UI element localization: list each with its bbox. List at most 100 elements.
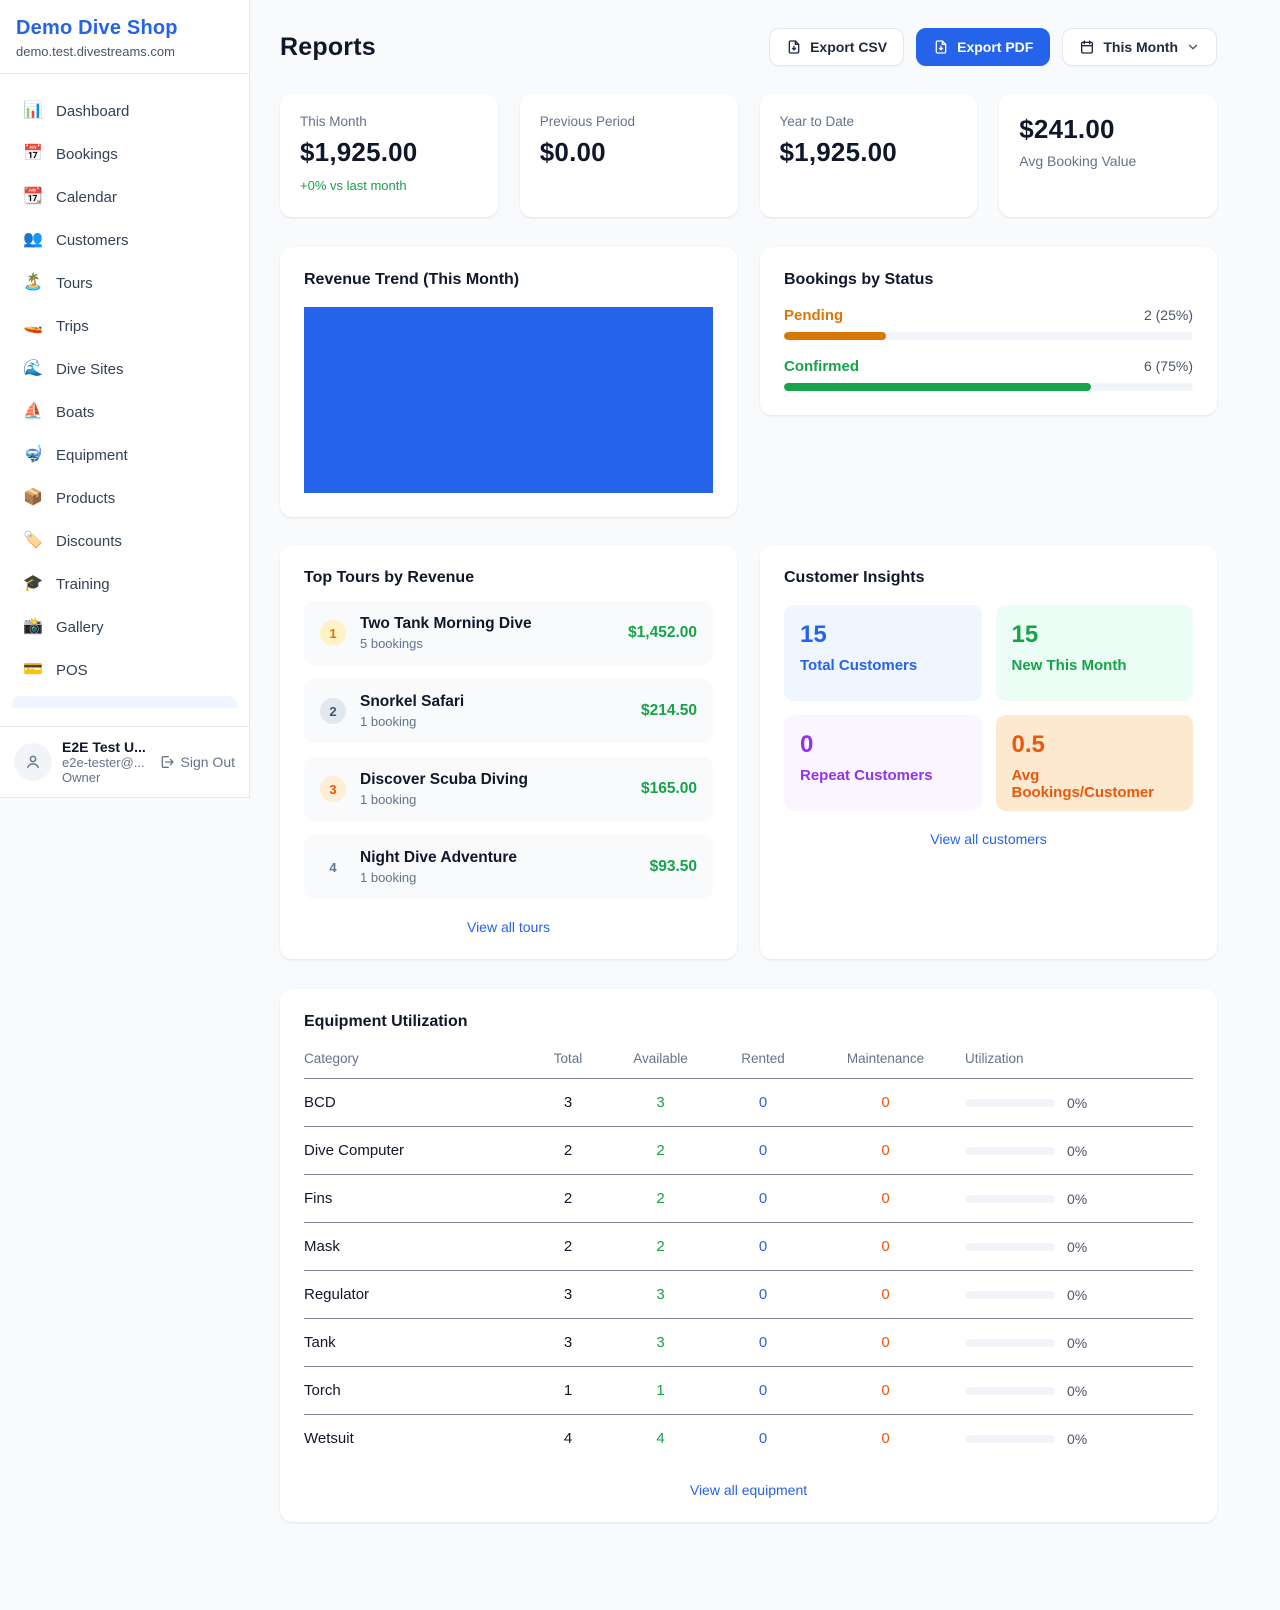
cell-maintenance: 0 [818, 1190, 953, 1207]
user-panel: E2E Test U... e2e-tester@... Owner Sign … [0, 726, 249, 797]
calendar-icon [1079, 39, 1095, 55]
tour-name: Snorkel Safari [360, 693, 627, 711]
sidebar-nav: 📊 Dashboard 📅 Bookings 📆 Calendar 👥 Cust… [0, 74, 249, 726]
sidebar-item-customers[interactable]: 👥 Customers [12, 223, 237, 257]
cell-utilization: 0% [953, 1095, 1193, 1111]
sign-out-button[interactable]: Sign Out [159, 754, 235, 770]
utilization-bar-track [965, 1243, 1055, 1251]
view-all-equipment-link[interactable]: View all equipment [304, 1482, 1193, 1498]
stat-card-previous-period: Previous Period $0.00 [520, 94, 738, 217]
rank-badge: 1 [320, 620, 346, 646]
graduation-cap-icon: 🎓 [22, 576, 44, 592]
export-csv-label: Export CSV [810, 39, 887, 55]
island-icon: 🏝️ [22, 275, 44, 291]
page-title: Reports [280, 33, 376, 62]
sidebar-item-label: Equipment [56, 447, 128, 464]
export-csv-button[interactable]: Export CSV [769, 28, 904, 66]
sidebar-item-trips[interactable]: 🚤 Trips [12, 309, 237, 343]
cell-utilization: 0% [953, 1431, 1193, 1447]
sidebar-item-discounts[interactable]: 🏷️ Discounts [12, 524, 237, 558]
cell-total: 3 [523, 1334, 613, 1351]
cell-rented: 0 [708, 1286, 818, 1303]
utilization-bar-track [965, 1435, 1055, 1443]
status-bar-track [784, 383, 1193, 391]
avatar [14, 743, 52, 781]
cell-category: Wetsuit [304, 1430, 523, 1447]
sidebar-item-gallery[interactable]: 📸 Gallery [12, 610, 237, 644]
export-pdf-button[interactable]: Export PDF [916, 28, 1050, 66]
rank-badge: 3 [320, 776, 346, 802]
user-role: Owner [62, 770, 149, 785]
sidebar-item-calendar[interactable]: 📆 Calendar [12, 180, 237, 214]
cell-maintenance: 0 [818, 1142, 953, 1159]
insight-tile-new-this-month: 15 New This Month [996, 605, 1194, 701]
brand: Demo Dive Shop demo.test.divestreams.com [0, 0, 249, 74]
sidebar-item-dive-sites[interactable]: 🌊 Dive Sites [12, 352, 237, 386]
sailboat-icon: ⛵ [22, 404, 44, 420]
table-row: BCD 3 3 0 0 0% [304, 1079, 1193, 1127]
tour-amount: $214.50 [641, 702, 697, 720]
cell-maintenance: 0 [818, 1094, 953, 1111]
sidebar-item-label: Discounts [56, 533, 122, 550]
cell-rented: 0 [708, 1382, 818, 1399]
insight-tile-avg-bookings: 0.5 Avg Bookings/Customer [996, 715, 1194, 811]
cell-available: 2 [613, 1190, 708, 1207]
sidebar-item-products[interactable]: 📦 Products [12, 481, 237, 515]
cell-rented: 0 [708, 1430, 818, 1447]
cell-total: 3 [523, 1094, 613, 1111]
sidebar-item-label: Bookings [56, 146, 118, 163]
cell-total: 3 [523, 1286, 613, 1303]
utilization-bar-track [965, 1099, 1055, 1107]
view-all-tours-link[interactable]: View all tours [304, 919, 713, 935]
sidebar-item-tours[interactable]: 🏝️ Tours [12, 266, 237, 300]
status-bar-fill-confirmed [784, 383, 1091, 391]
cell-available: 1 [613, 1382, 708, 1399]
period-dropdown[interactable]: This Month [1062, 28, 1217, 66]
table-row: Fins 2 2 0 0 0% [304, 1175, 1193, 1223]
sidebar-item-equipment[interactable]: 🤿 Equipment [12, 438, 237, 472]
view-all-customers-link[interactable]: View all customers [784, 831, 1193, 847]
stat-label: Avg Booking Value [1019, 153, 1197, 169]
cell-available: 3 [613, 1286, 708, 1303]
bookings-by-status-title: Bookings by Status [784, 271, 1193, 289]
tour-name: Night Dive Adventure [360, 849, 636, 867]
stat-label: Year to Date [780, 114, 958, 129]
column-header-rented: Rented [708, 1051, 818, 1066]
customer-insights-card: Customer Insights 15 Total Customers 15 … [760, 545, 1217, 959]
utilization-percent: 0% [1067, 1143, 1087, 1159]
insight-value: 0 [800, 731, 966, 759]
cell-total: 2 [523, 1238, 613, 1255]
sidebar-item-training[interactable]: 🎓 Training [12, 567, 237, 601]
cell-rented: 0 [708, 1238, 818, 1255]
stats-grid: This Month $1,925.00 +0% vs last month P… [280, 94, 1217, 217]
sidebar-item-pos[interactable]: 💳 POS [12, 653, 237, 687]
cell-available: 2 [613, 1142, 708, 1159]
cell-rented: 0 [708, 1142, 818, 1159]
utilization-percent: 0% [1067, 1383, 1087, 1399]
sign-out-icon [159, 754, 175, 770]
cell-category: Tank [304, 1334, 523, 1351]
cell-available: 3 [613, 1334, 708, 1351]
insight-tile-repeat-customers: 0 Repeat Customers [784, 715, 982, 811]
calendar-date-icon: 📅 [22, 146, 44, 162]
sidebar-item-dashboard[interactable]: 📊 Dashboard [12, 94, 237, 128]
credit-card-icon: 💳 [22, 662, 44, 678]
sidebar-item-boats[interactable]: ⛵ Boats [12, 395, 237, 429]
status-label-pending: Pending [784, 307, 843, 324]
sidebar-item-label: Tours [56, 275, 93, 292]
sidebar-item-bookings[interactable]: 📅 Bookings [12, 137, 237, 171]
sidebar-active-item-partial[interactable] [12, 696, 237, 708]
stat-card-this-month: This Month $1,925.00 +0% vs last month [280, 94, 498, 217]
cell-maintenance: 0 [818, 1238, 953, 1255]
utilization-bar-track [965, 1339, 1055, 1347]
utilization-percent: 0% [1067, 1335, 1087, 1351]
cell-rented: 0 [708, 1334, 818, 1351]
tour-amount: $93.50 [650, 858, 697, 876]
main-content: Reports Export CSV Export PDF This Month… [250, 0, 1280, 1522]
tag-icon: 🏷️ [22, 533, 44, 549]
stat-value: $1,925.00 [300, 137, 478, 168]
camera-icon: 📸 [22, 619, 44, 635]
sidebar-item-label: Dive Sites [56, 361, 124, 378]
equipment-utilization-card: Equipment Utilization Category Total Ava… [280, 989, 1217, 1522]
table-row: Regulator 3 3 0 0 0% [304, 1271, 1193, 1319]
